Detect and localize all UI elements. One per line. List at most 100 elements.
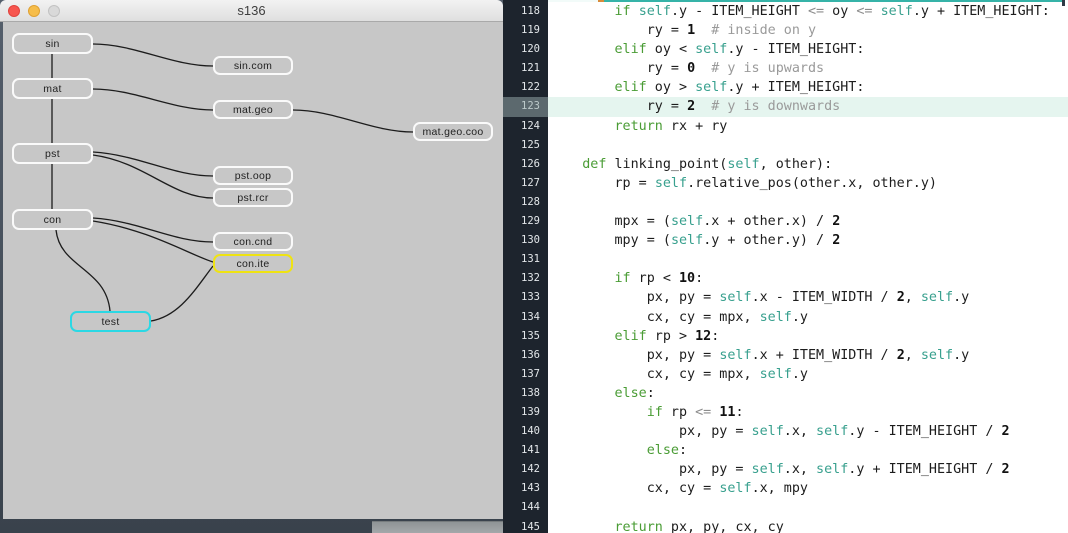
code-text: elif oy < self.y - ITEM_HEIGHT: [548,40,1068,59]
code-line-143[interactable]: 143 cx, cy = self.x, mpy [503,479,1068,498]
node-label: mat [43,83,61,95]
node-sin[interactable]: sin [12,33,93,54]
minimize-button[interactable] [28,5,40,17]
code-text: ry = 1 # inside on y [548,21,1068,40]
line-number: 138 [503,384,548,403]
node-con.cnd[interactable]: con.cnd [213,232,293,251]
code-line-131[interactable]: 131 [503,250,1068,269]
code-text: cx, cy = mpx, self.y [548,365,1068,384]
code-text: cx, cy = self.x, mpy [548,479,1068,498]
line-number: 120 [503,40,548,59]
line-number: 143 [503,479,548,498]
code-line-132[interactable]: 132 if rp < 10: [503,269,1068,288]
line-number: 121 [503,59,548,78]
code-line-118[interactable]: 118 if self.y - ITEM_HEIGHT <= oy <= sel… [503,2,1068,21]
code-line-144[interactable]: 144 [503,498,1068,517]
code-line-127[interactable]: 127 rp = self.relative_pos(other.x, othe… [503,174,1068,193]
code-text: return px, py, cx, cy [548,518,1068,533]
code-line-129[interactable]: 129 mpx = (self.x + other.x) / 2 [503,212,1068,231]
code-line-136[interactable]: 136 px, py = self.x + ITEM_WIDTH / 2, se… [503,346,1068,365]
screen: sin sin.com mat mat.geo mat.geo.coo pst pst.oo… [0,0,1068,533]
node-con.ite[interactable]: con.ite [213,254,293,273]
code-text: mpy = (self.y + other.y) / 2 [548,231,1068,250]
code-lines: 118 if self.y - ITEM_HEIGHT <= oy <= sel… [503,2,1068,533]
code-line-120[interactable]: 120 elif oy < self.y - ITEM_HEIGHT: [503,40,1068,59]
top-strip-teal-highlight [604,0,1062,2]
code-line-135[interactable]: 135 elif rp > 12: [503,327,1068,346]
code-text: if rp < 10: [548,269,1068,288]
code-line-142[interactable]: 142 px, py = self.x, self.y + ITEM_HEIGH… [503,460,1068,479]
node-label: mat.geo.coo [422,126,483,138]
code-line-145[interactable]: 145 return px, py, cx, cy [503,518,1068,533]
code-text [548,136,1068,155]
node-mat.geo.coo[interactable]: mat.geo.coo [413,122,493,141]
line-number: 139 [503,403,548,422]
top-strip-light [548,0,598,2]
code-line-128[interactable]: 128 [503,193,1068,212]
desktop: sin sin.com mat mat.geo mat.geo.coo pst pst.oo… [0,0,503,533]
node-label: sin.com [234,60,272,72]
code-line-134[interactable]: 134 cx, cy = mpx, self.y [503,308,1068,327]
node-label: con.ite [236,258,269,270]
code-line-122[interactable]: 122 elif oy > self.y + ITEM_HEIGHT: [503,78,1068,97]
node-label: con [44,214,62,226]
code-line-125[interactable]: 125 [503,136,1068,155]
window-title: s136 [0,0,503,22]
line-number: 130 [503,231,548,250]
code-line-126[interactable]: 126 def linking_point(self, other): [503,155,1068,174]
traffic-lights [8,5,60,17]
code-line-119[interactable]: 119 ry = 1 # inside on y [503,21,1068,40]
code-line-130[interactable]: 130 mpy = (self.y + other.y) / 2 [503,231,1068,250]
code-text: rp = self.relative_pos(other.x, other.y) [548,174,1068,193]
line-number: 118 [503,2,548,21]
code-line-137[interactable]: 137 cx, cy = mpx, self.y [503,365,1068,384]
code-text [548,193,1068,212]
code-line-139[interactable]: 139 if rp <= 11: [503,403,1068,422]
line-number: 125 [503,136,548,155]
node-sin.com[interactable]: sin.com [213,56,293,75]
code-text: else: [548,441,1068,460]
code-line-121[interactable]: 121 ry = 0 # y is upwards [503,59,1068,78]
node-mat[interactable]: mat [12,78,93,99]
line-number: 122 [503,78,548,97]
code-text: elif oy > self.y + ITEM_HEIGHT: [548,78,1068,97]
code-text: ry = 2 # y is downwards [548,97,1068,116]
code-line-140[interactable]: 140 px, py = self.x, self.y - ITEM_HEIGH… [503,422,1068,441]
node-label: pst [45,148,60,160]
node-pst.oop[interactable]: pst.oop [213,166,293,185]
window-titlebar[interactable]: s136 [0,0,503,22]
line-number: 136 [503,346,548,365]
code-line-138[interactable]: 138 else: [503,384,1068,403]
code-text: if self.y - ITEM_HEIGHT <= oy <= self.y … [548,2,1068,21]
line-number: 134 [503,308,548,327]
code-text: return rx + ry [548,117,1068,136]
node-mat.geo[interactable]: mat.geo [213,100,293,119]
node-test[interactable]: test [70,311,151,332]
line-number: 124 [503,117,548,136]
scrollbar-notch [1062,0,1065,6]
code-text: px, py = self.x + ITEM_WIDTH / 2, self.y [548,346,1068,365]
node-label: mat.geo [233,104,273,116]
node-pst.rcr[interactable]: pst.rcr [213,188,293,207]
code-text: mpx = (self.x + other.x) / 2 [548,212,1068,231]
code-line-124[interactable]: 124 return rx + ry [503,117,1068,136]
code-text: def linking_point(self, other): [548,155,1068,174]
line-number: 140 [503,422,548,441]
zoom-button[interactable] [48,5,60,17]
node-label: test [101,316,119,328]
code-text: ry = 0 # y is upwards [548,59,1068,78]
code-editor[interactable]: 118 if self.y - ITEM_HEIGHT <= oy <= sel… [503,0,1068,533]
line-number: 141 [503,441,548,460]
line-number: 131 [503,250,548,269]
code-line-133[interactable]: 133 px, py = self.x - ITEM_WIDTH / 2, se… [503,288,1068,307]
node-pst[interactable]: pst [12,143,93,164]
close-button[interactable] [8,5,20,17]
code-line-123[interactable]: 123 ry = 2 # y is downwards [503,97,1068,116]
line-number: 133 [503,288,548,307]
code-text: px, py = self.x - ITEM_WIDTH / 2, self.y [548,288,1068,307]
node-label: con.cnd [234,236,273,248]
line-number: 137 [503,365,548,384]
line-number: 128 [503,193,548,212]
node-con[interactable]: con [12,209,93,230]
code-line-141[interactable]: 141 else: [503,441,1068,460]
